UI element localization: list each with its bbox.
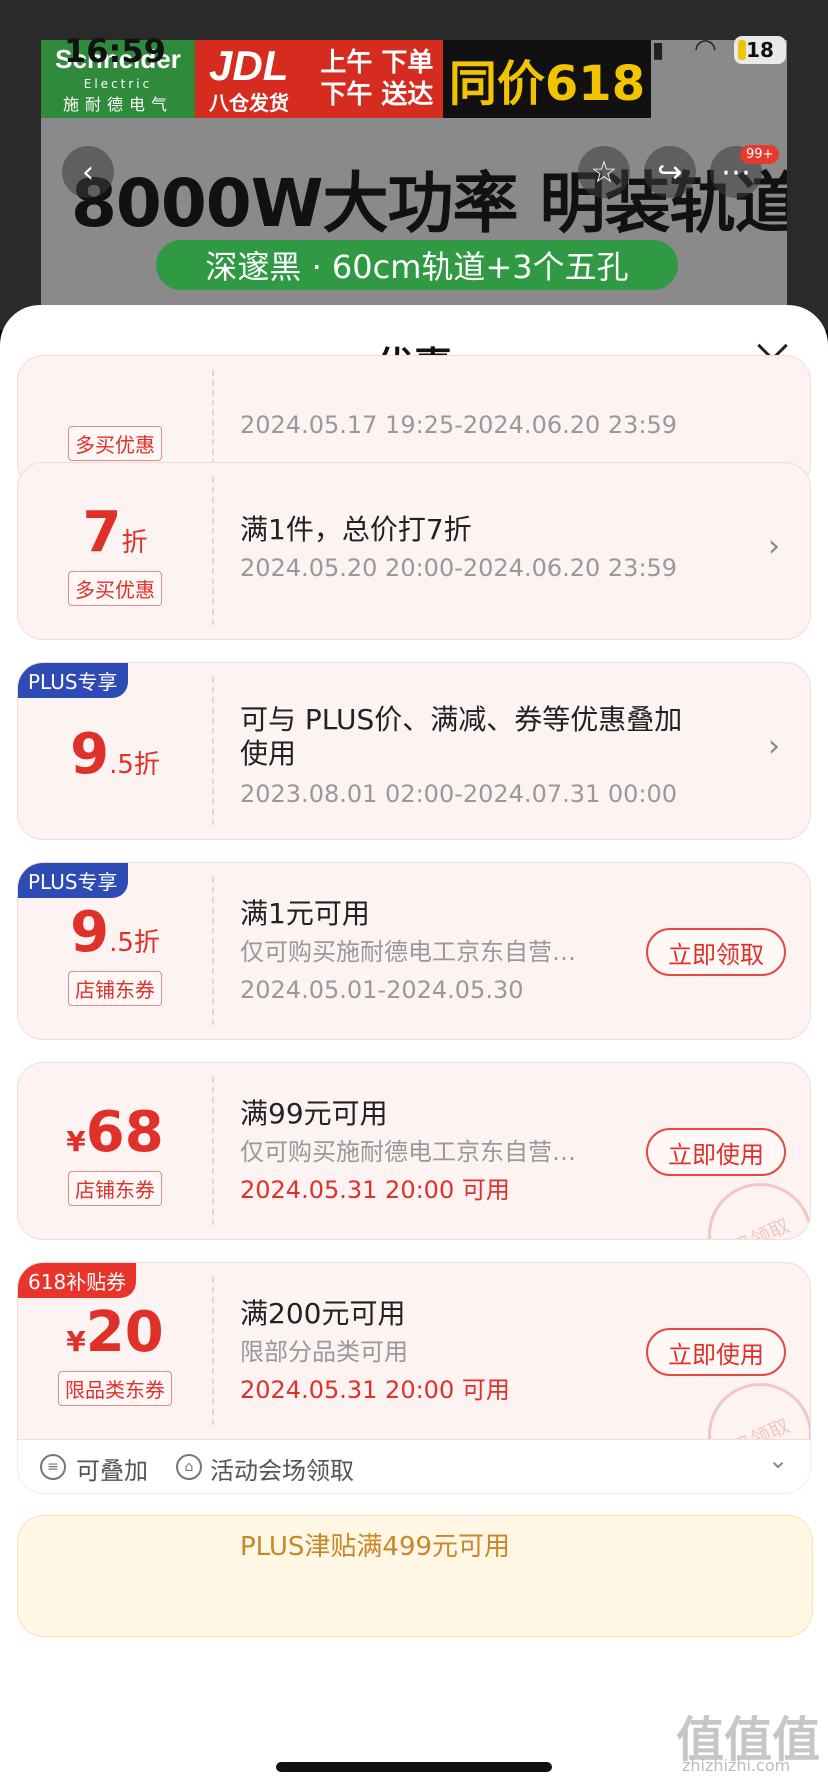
coupon-tag: 店铺东券 (68, 971, 162, 1006)
expand-chevron-icon[interactable]: ⌄ (768, 1446, 788, 1474)
discount-value: 9 (70, 722, 110, 787)
card-divider (212, 1277, 214, 1425)
card-left: 9.5折 (18, 725, 212, 785)
share-button[interactable]: ↪ (644, 146, 696, 198)
stackable-label: 可叠加 (76, 1457, 148, 1485)
wifi-icon: ◠ (694, 34, 717, 64)
discount-unit: .5折 (109, 928, 160, 958)
message-badge: 99+ (740, 145, 780, 164)
card-divider (212, 1077, 214, 1225)
coupon-card[interactable]: 618补贴券 ¥20 限品类东券 满200元可用 限部分品类可用 2024.05… (17, 1262, 811, 1440)
venue-label: 活动会场领取 (210, 1457, 354, 1485)
discount-value: 7 (82, 500, 122, 565)
card-left: ¥20 限品类东券 (18, 1303, 212, 1406)
jdl-logo-text: JDL (209, 42, 289, 89)
watermark-url: zhizhizhi.com (682, 1756, 791, 1775)
coupon-amount: 20 (85, 1300, 164, 1365)
back-button[interactable]: ‹ (62, 146, 114, 198)
currency-symbol: ¥ (66, 1125, 86, 1158)
coupon-amount: 68 (85, 1100, 164, 1165)
subsidy-tag: 618补贴券 (18, 1263, 137, 1298)
coupon-title: 满99元可用 (240, 1097, 388, 1130)
card-divider (212, 877, 214, 1025)
venue-icon: ⌂ (176, 1454, 202, 1480)
logo-sub-text: Electric (83, 76, 153, 91)
coupon-card[interactable]: PLUS专享 9.5折 店铺东券 满1元可用 仅可购买施耐德电工京东自营… 20… (17, 862, 811, 1040)
jdl-shipping-badge: JDL 八仓发货 上午 下单 下午 送达 (195, 40, 443, 118)
stack-icon: ≡ (40, 1454, 66, 1480)
battery-level: 18 (746, 38, 774, 62)
coupon-desc: 限部分品类可用 (240, 1338, 408, 1366)
claimed-stamp: 已领取 (690, 1165, 810, 1239)
jdl-ship-text: 八仓发货 (209, 91, 289, 115)
banner-spec-pill: 深邃黑 · 60cm轨道+3个五孔 (156, 240, 678, 290)
cell-signal-icon: ▮ (652, 38, 665, 63)
card-left: 9.5折 店铺东券 (18, 903, 212, 1006)
claimed-stamp: 已领取 (690, 1365, 810, 1439)
logo-cn-text: 施耐德电气 (62, 94, 173, 114)
favorite-button[interactable]: ☆ (578, 146, 630, 198)
allowance-title: PLUS津贴满499元可用 (240, 1532, 511, 1562)
use-now-button[interactable]: 立即使用 (646, 1128, 786, 1176)
promo-date: 2024.05.17 19:25-2024.06.20 23:59 (240, 411, 678, 439)
coupon-tag: 限品类东券 (58, 1371, 172, 1406)
promo-title: 可与 PLUS价、满减、券等优惠叠加 (240, 703, 683, 736)
promo-date: 2024.05.20 20:00-2024.06.20 23:59 (240, 554, 678, 582)
promo-tag: 多买优惠 (68, 426, 162, 461)
battery-indicator: 18 (734, 36, 786, 64)
coupon-card[interactable]: ¥68 店铺东券 满99元可用 仅可购买施耐德电工京东自营… 2024.05.3… (17, 1062, 811, 1240)
chevron-right-icon[interactable]: › (768, 529, 780, 564)
coupon-footer: ≡ 可叠加 ⌂ 活动会场领取 ⌄ (17, 1440, 811, 1494)
plus-promo-card[interactable]: PLUS专享 9.5折 可与 PLUS价、满减、券等优惠叠加 使用 2023.0… (17, 662, 811, 840)
coupon-date: 2024.05.31 20:00 可用 (240, 1176, 510, 1204)
coupon-title: 满200元可用 (240, 1297, 406, 1330)
discount-value: 9 (70, 900, 110, 965)
card-left: 7折 多买优惠 (18, 503, 212, 606)
discount-unit: 折 (121, 528, 148, 558)
card-divider (212, 677, 214, 825)
card-left: ¥68 店铺东券 (18, 1103, 212, 1206)
share-icon: ↪ (657, 154, 683, 190)
jdl-pm-text: 下午 送达 (320, 80, 434, 110)
chevron-left-icon: ‹ (82, 154, 94, 190)
coupon-date: 2024.05.01-2024.05.30 (240, 976, 524, 1004)
promo-date: 2023.08.01 02:00-2024.07.31 00:00 (240, 780, 678, 808)
coupon-desc: 仅可购买施耐德电工京东自营… (240, 938, 576, 966)
same-price-618: 同价618 (443, 40, 651, 118)
currency-symbol: ¥ (66, 1325, 86, 1358)
coupon-desc: 仅可购买施耐德电工京东自营… (240, 1138, 576, 1166)
claim-button[interactable]: 立即领取 (646, 928, 786, 976)
discount-unit: .5折 (109, 750, 160, 780)
home-indicator[interactable] (276, 1762, 552, 1772)
use-now-button[interactable]: 立即使用 (646, 1328, 786, 1376)
chevron-right-icon[interactable]: › (768, 729, 780, 764)
plus-exclusive-tag: PLUS专享 (18, 663, 128, 698)
card-divider (212, 370, 214, 475)
star-icon: ☆ (590, 154, 618, 190)
coupon-tag: 店铺东券 (68, 1171, 162, 1206)
card-left: 多买优惠 (18, 418, 212, 461)
coupon-title: 满1元可用 (240, 897, 370, 930)
jdl-am-text: 上午 下单 (320, 48, 434, 78)
promo-title: 满1件，总价打7折 (240, 513, 472, 546)
plus-exclusive-tag: PLUS专享 (18, 863, 128, 898)
status-time: 16:59 (64, 32, 166, 70)
promo-card[interactable]: 7折 多买优惠 满1件，总价打7折 2024.05.20 20:00-2024.… (17, 462, 811, 640)
plus-allowance-card[interactable]: PLUS津贴满499元可用 (17, 1515, 813, 1637)
card-divider (212, 477, 214, 625)
coupon-date: 2024.05.31 20:00 可用 (240, 1376, 510, 1404)
promo-title-cont: 使用 (240, 737, 297, 770)
promo-tag: 多买优惠 (68, 571, 162, 606)
